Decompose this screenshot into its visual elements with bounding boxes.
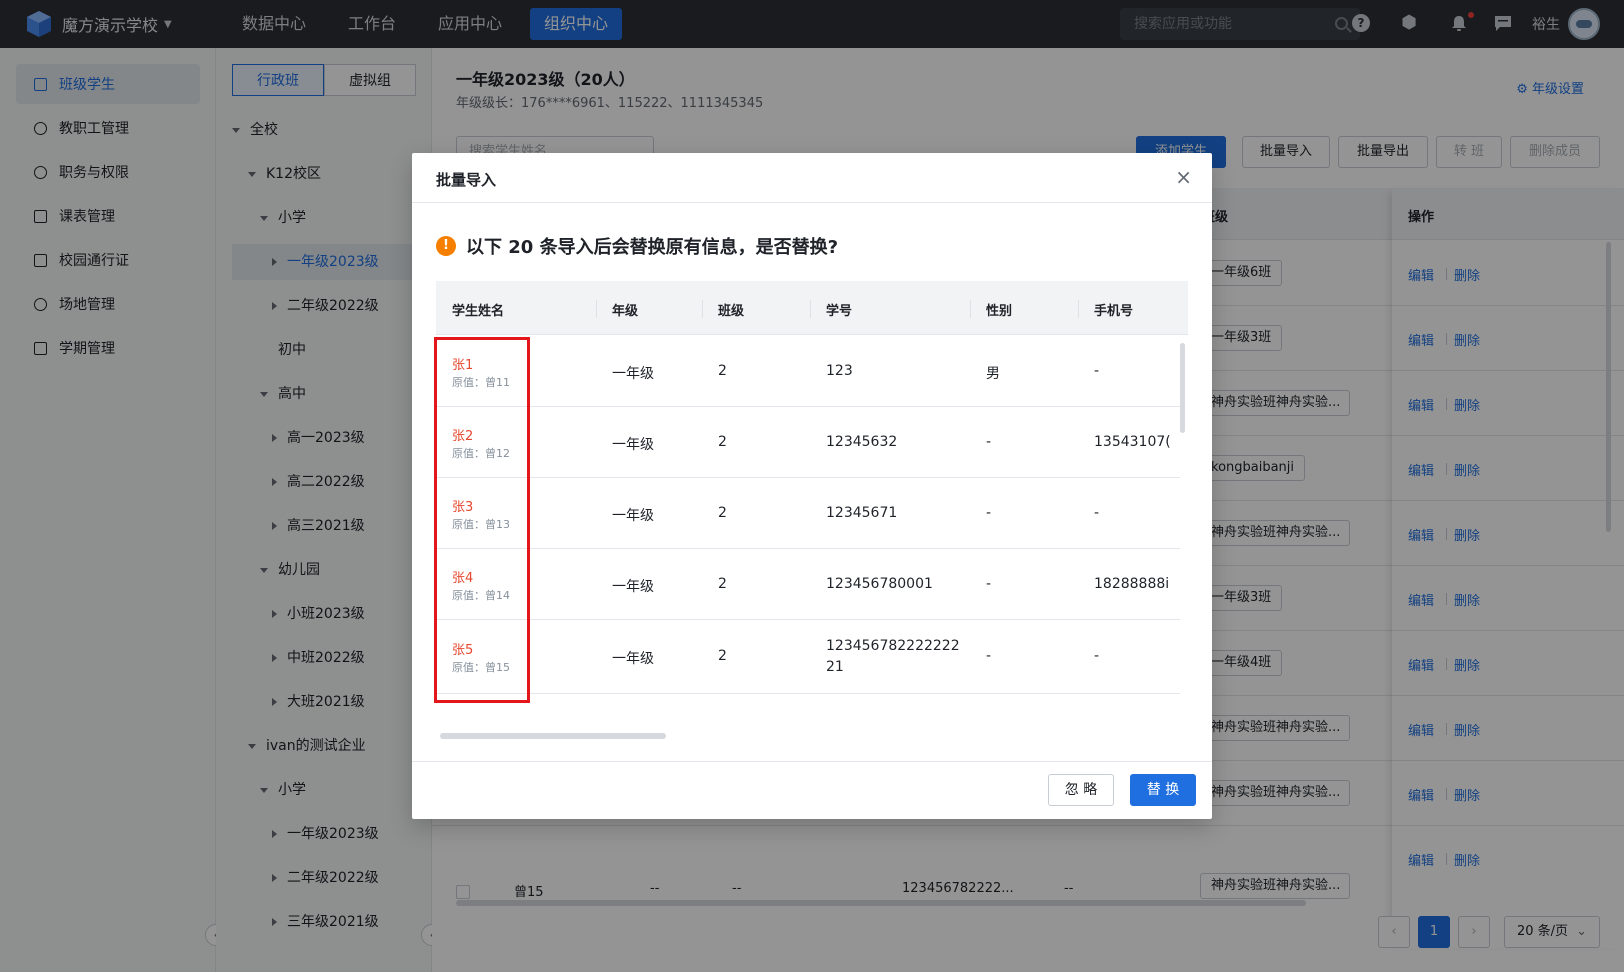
student-id-cell: 123456780001	[826, 576, 933, 592]
student-id-cell: 12345671	[826, 505, 898, 521]
gender-cell: -	[986, 576, 992, 592]
batch-import-dialog: 批量导入 × ! 以下 20 条导入后会替换原有信息，是否替换? 学生姓名 年级…	[412, 153, 1212, 819]
column-class: 班级	[718, 304, 745, 319]
column-divider	[702, 300, 703, 318]
column-divider	[1078, 300, 1079, 318]
table-row: 张5 原值：曾15 一年级 2 123456782222222- -21	[436, 620, 1180, 694]
grade-cell: 一年级	[612, 437, 654, 453]
warning-message: ! 以下 20 条导入后会替换原有信息，是否替换?	[436, 233, 838, 259]
class-cell: 2	[718, 576, 727, 592]
replace-button[interactable]: 替 换	[1130, 774, 1196, 806]
column-gender: 性别	[986, 304, 1013, 319]
warning-text: 以下 20 条导入后会替换原有信息，是否替换?	[466, 237, 839, 258]
ignore-button[interactable]: 忽 略	[1048, 774, 1114, 806]
dialog-header: 批量导入 ×	[412, 153, 1212, 203]
grade-cell: 一年级	[612, 366, 654, 382]
grade-cell: 一年级	[612, 579, 654, 595]
gender-cell: -	[986, 434, 992, 450]
column-grade: 年级	[612, 304, 639, 319]
table-row: 张2 原值：曾12 一年级 2 12345632-13543107(	[436, 407, 1180, 478]
phone-cell: -	[1094, 648, 1100, 664]
class-cell: 2	[718, 505, 727, 521]
column-phone: 手机号	[1094, 304, 1134, 319]
column-student-id: 学号	[826, 304, 853, 319]
dialog-title: 批量导入	[436, 171, 497, 189]
horizontal-scrollbar[interactable]	[440, 733, 666, 739]
phone-cell: -	[1094, 505, 1100, 521]
phone-cell: 18288888i	[1094, 576, 1170, 592]
student-id-cell-wrap: 21	[826, 659, 844, 675]
grade-cell: 一年级	[612, 508, 654, 524]
vertical-scrollbar[interactable]	[1180, 343, 1185, 433]
class-cell: 2	[718, 648, 727, 664]
column-divider	[596, 300, 597, 318]
name-column-highlight	[434, 337, 530, 703]
gender-cell: -	[986, 505, 992, 521]
warning-icon: !	[436, 236, 456, 256]
import-conflict-table: 学生姓名 年级 班级 学号 性别 手机号 张1 原值：曾11 一年级 2 123 男 - 张2…	[436, 281, 1188, 736]
dialog-footer: 忽 略 替 换	[412, 761, 1212, 819]
close-icon[interactable]: ×	[1175, 165, 1192, 189]
phone-cell: 13543107(	[1094, 434, 1171, 450]
gender-cell: -	[986, 648, 992, 664]
table-row: 张1 原值：曾11 一年级 2 123 男 -	[436, 336, 1180, 407]
student-id-cell: 123456782222222	[826, 638, 960, 654]
column-student-name: 学生姓名	[452, 304, 505, 319]
student-id-cell: 123	[826, 363, 853, 379]
student-id-cell: 12345632	[826, 434, 898, 450]
class-cell: 2	[718, 434, 727, 450]
gender-cell: 男	[986, 366, 1000, 382]
table-row: 张3 原值：曾13 一年级 2 12345671- -	[436, 478, 1180, 549]
column-divider	[970, 300, 971, 318]
class-cell: 2	[718, 363, 727, 379]
phone-cell: -	[1094, 363, 1100, 379]
table-header: 学生姓名 年级 班级 学号 性别 手机号	[436, 281, 1188, 335]
table-row: 张4 原值：曾14 一年级 2 123456780001-18288888i	[436, 549, 1180, 620]
grade-cell: 一年级	[612, 651, 654, 667]
column-divider	[810, 300, 811, 318]
